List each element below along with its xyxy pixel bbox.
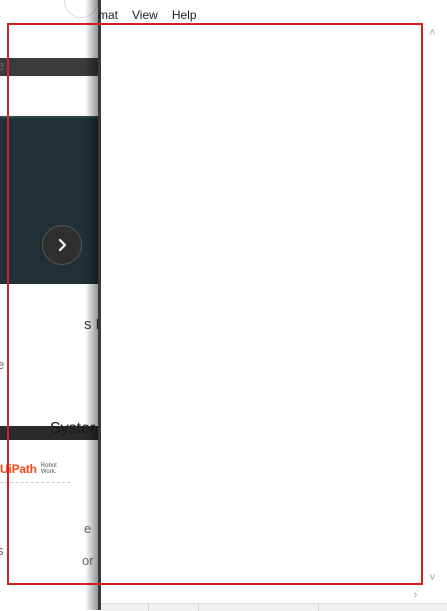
vertical-scrollbar[interactable]: ˄ ˅ [424,24,441,586]
hero-banner-edge [0,116,98,118]
logo-wordmark: UiPath [0,462,37,476]
menu-bar: mat View Help [98,6,204,24]
menu-view[interactable]: View [125,6,165,24]
menu-format[interactable]: mat [98,6,125,24]
page-text-fragment: e [0,357,5,372]
logo-tagline: Robot Work. [40,463,57,475]
uipath-logo[interactable]: UiPath Robot Work. [0,456,57,482]
text-editor-area[interactable] [101,24,419,586]
menu-help[interactable]: Help [165,6,204,24]
page-text-fragment: e [0,58,5,73]
scroll-right-icon[interactable]: › [407,586,424,603]
window-shadow [85,0,99,610]
horizontal-scrollbar[interactable]: › [101,586,424,603]
chevron-right-icon [58,238,67,252]
carousel-next-button[interactable] [42,225,82,265]
page-text-fragment: s [0,543,4,558]
scroll-down-icon[interactable]: ˅ [424,569,441,586]
notepad-window: mat View Help ˄ ˅ › [98,0,447,611]
logo-divider [0,482,70,483]
background-browser-page: e s F e Syster UiPath Robot Work. e or s [0,0,98,610]
scroll-up-icon[interactable]: ˄ [424,24,441,41]
page-nav-bar [0,58,98,76]
